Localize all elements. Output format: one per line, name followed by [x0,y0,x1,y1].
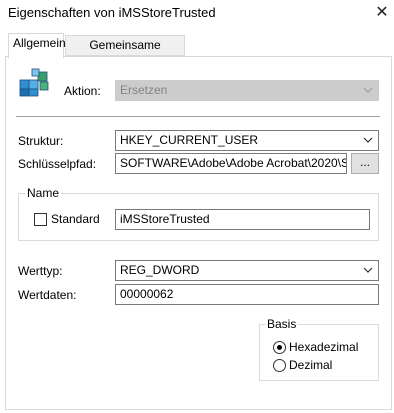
tab-gemeinsame-optionen[interactable]: Gemeinsame Optionen [65,35,185,71]
value-data-value: 00000062 [120,287,174,301]
close-button[interactable]: ✕ [370,2,394,24]
value-data-input[interactable]: 00000062 [115,284,379,305]
key-path-input[interactable]: SOFTWARE\Adobe\Adobe Acrobat\2020\Secu [115,153,347,174]
window-title: Eigenschaften von iMSStoreTrusted [8,5,216,20]
decimal-radio[interactable] [273,359,286,372]
standard-checkbox[interactable] [34,213,47,226]
name-value: iMSStoreTrusted [120,212,210,226]
name-group-title: Name [25,186,62,200]
value-type-dropdown-value: REG_DWORD [120,263,200,277]
value-data-label: Wertdaten: [18,288,77,302]
action-dropdown-value: Ersetzen [120,83,168,97]
browse-button-label: ... [359,155,370,169]
value-type-dropdown[interactable]: REG_DWORD [115,260,379,281]
action-label: Aktion: [64,84,101,98]
name-input[interactable]: iMSStoreTrusted [115,209,370,230]
structure-dropdown[interactable]: HKEY_CURRENT_USER [115,130,379,151]
value-type-label: Werttyp: [18,264,63,278]
base-group-title: Basis [265,317,299,331]
tab-allgemein-label: Allgemein [13,36,66,50]
key-path-label: Schlüsselpfad: [18,157,97,171]
chevron-down-icon [363,87,373,93]
action-dropdown[interactable]: Ersetzen [115,80,379,101]
tab-allgemein[interactable]: Allgemein [8,33,66,58]
registry-cubes-icon [18,66,52,98]
hexadecimal-radio[interactable] [273,341,286,354]
browse-button[interactable]: ... [351,153,379,174]
standard-label: Standard [51,212,100,226]
close-icon: ✕ [375,4,389,21]
chevron-down-icon [363,267,373,273]
decimal-label: Dezimal [289,358,333,372]
separator [16,116,380,117]
hexadecimal-label: Hexadezimal [289,340,359,354]
key-path-value: SOFTWARE\Adobe\Adobe Acrobat\2020\Secu [120,156,347,170]
chevron-down-icon [363,137,373,143]
radio-selected-dot [277,345,282,350]
structure-dropdown-value: HKEY_CURRENT_USER [120,133,259,147]
structure-label: Struktur: [18,134,64,148]
